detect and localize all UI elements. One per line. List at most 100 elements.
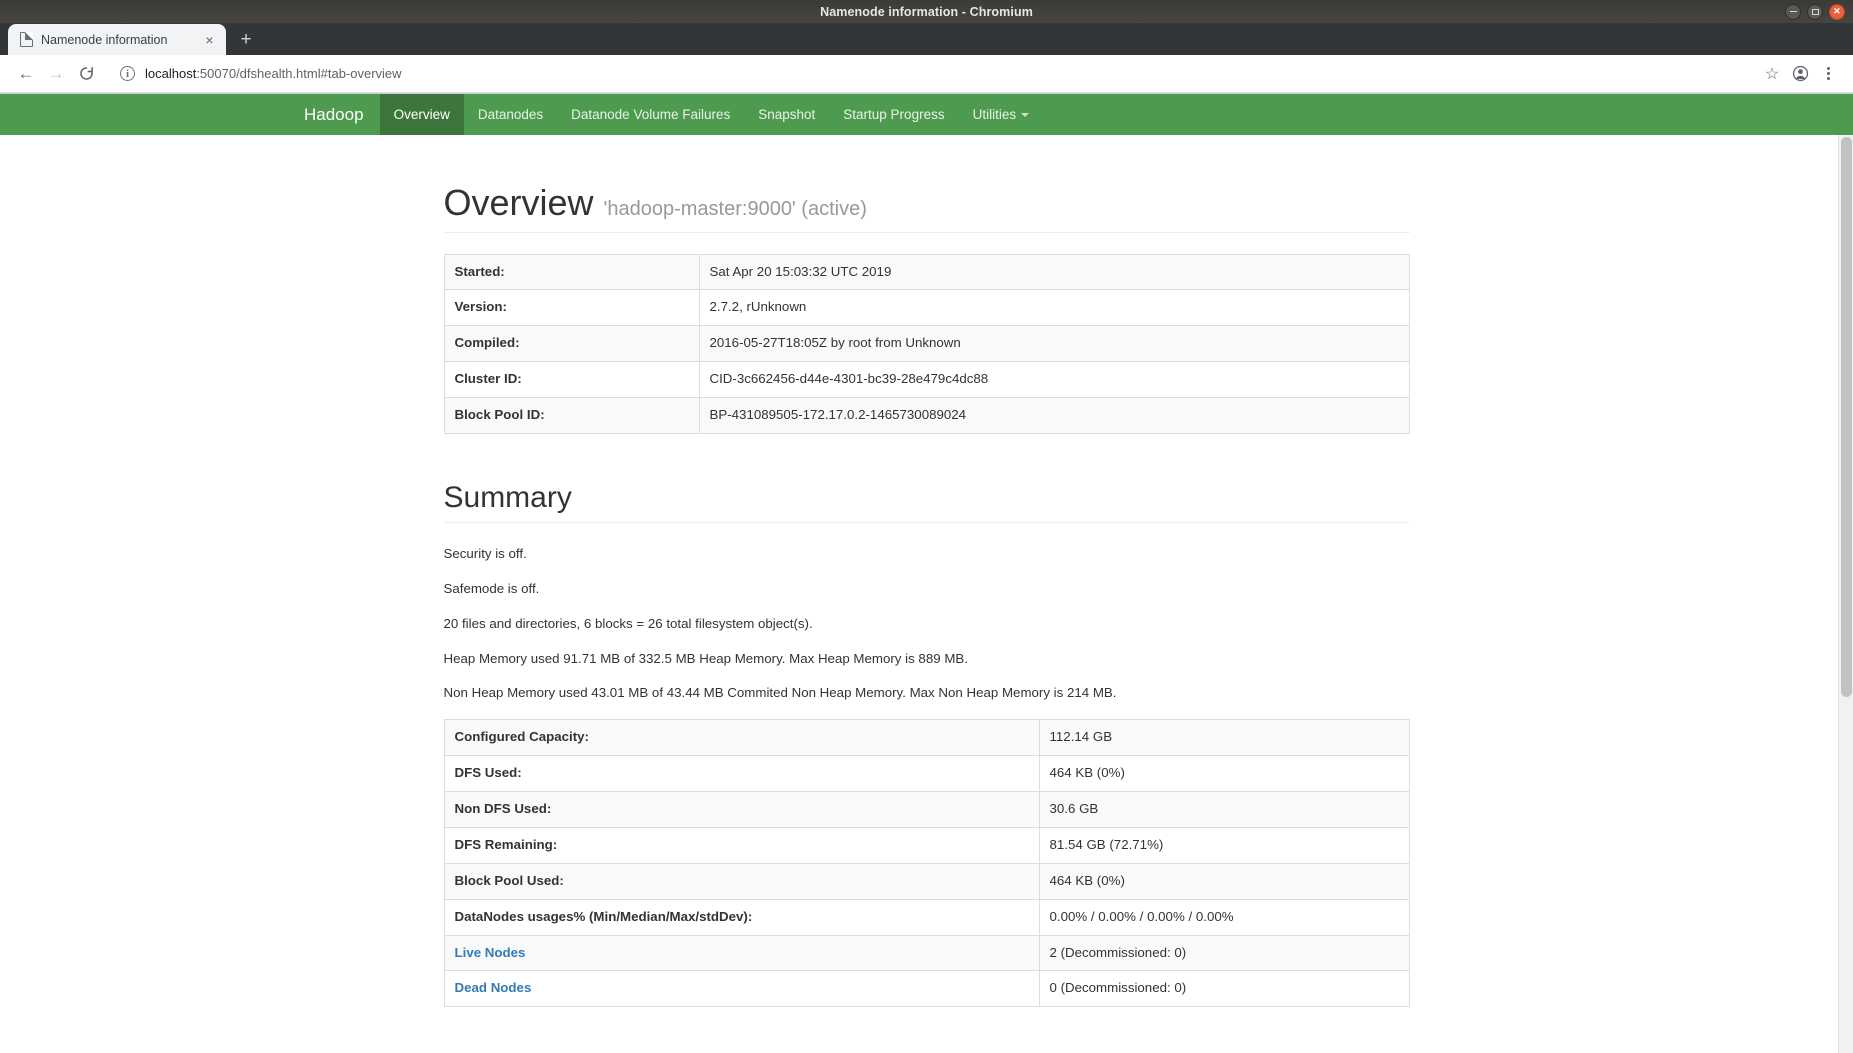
summary-note: 20 files and directories, 6 blocks = 26 … [443,615,813,631]
table-row: Started: Sat Apr 20 15:03:32 UTC 2019 [443,253,1410,291]
dead-nodes-link[interactable]: Dead Nodes [455,980,532,995]
table-row: Block Pool Used: 464 KB (0%) [443,862,1410,900]
summary-note: Safemode is off. [443,580,540,596]
page-icon [20,31,34,47]
row-key: Compiled: [443,325,700,363]
address-bar-url: localhost:50070/dfshealth.html#tab-overv… [145,66,402,81]
nav-item-utilities[interactable]: Utilities [959,94,1044,135]
row-key: DFS Used: [443,755,1040,793]
chevron-down-icon [1021,112,1030,117]
nav-item-overview[interactable]: Overview [379,94,464,135]
browser-toolbar: ← → i localhost:50070/dfshealth.html#tab… [0,55,1853,93]
row-key: DFS Remaining: [443,826,1040,864]
row-value: 2.7.2, rUnknown [698,289,1410,327]
browser-menu-icon[interactable] [1815,61,1841,87]
address-bar[interactable]: i localhost:50070/dfshealth.html#tab-ove… [110,61,1749,87]
row-value: 464 KB (0%) [1038,755,1410,793]
live-nodes-link[interactable]: Live Nodes [455,945,526,960]
row-key: Non DFS Used: [443,791,1040,828]
table-row: Cluster ID: CID-3c662456-d44e-4301-bc39-… [443,361,1410,399]
summary-table: Configured Capacity: 112.14 GB DFS Used:… [443,719,1410,1008]
browser-tab[interactable]: Namenode information × [8,24,226,55]
hadoop-brand[interactable]: Hadoop [288,94,380,135]
row-key: Version: [443,289,700,327]
reload-icon[interactable] [72,60,100,88]
summary-notes: Security is off. Safemode is off. 20 fil… [444,545,1410,703]
page-content: Overview 'hadoop-master:9000' (active) S… [0,135,1853,1053]
summary-note: Heap Memory used 91.71 MB of 332.5 MB He… [443,650,968,666]
row-key-link: Live Nodes [443,934,1040,972]
row-value: 0.00% / 0.00% / 0.00% / 0.00% [1038,898,1410,936]
summary-divider [443,521,1410,523]
nav-item-datanodes[interactable]: Datanodes [464,94,557,135]
tab-close-icon[interactable]: × [201,31,218,48]
nav-item-label: Snapshot [758,107,816,122]
row-value: 30.6 GB [1038,791,1410,828]
table-row: Non DFS Used: 30.6 GB [443,791,1410,828]
table-row: Compiled: 2016-05-27T18:05Z by root from… [443,325,1410,363]
browser-tabstrip: Namenode information × + [0,23,1853,55]
row-key: Started: [443,253,700,291]
summary-title: Summary [443,480,572,514]
table-row: Block Pool ID: BP-431089505-172.17.0.2-1… [443,397,1410,434]
nav-item-datanode-volume-failures[interactable]: Datanode Volume Failures [557,94,744,135]
bookmark-star-icon[interactable]: ☆ [1759,61,1785,87]
window-title: Namenode information - Chromium [820,4,1033,19]
tab-title: Namenode information [41,32,168,47]
page-title-text: Overview [443,182,594,223]
table-row: Configured Capacity: 112.14 GB [443,719,1410,757]
page-title: Overview 'hadoop-master:9000' (active) [444,183,1410,223]
page-info-icon[interactable]: i [120,66,135,81]
row-value: 2016-05-27T18:05Z by root from Unknown [698,325,1410,363]
window-titlebar: Namenode information - Chromium ✕ [0,0,1853,23]
nav-item-startup-progress[interactable]: Startup Progress [829,94,958,135]
row-value: Sat Apr 20 15:03:32 UTC 2019 [698,253,1410,291]
hadoop-navbar: Hadoop Overview Datanodes Datanode Volum… [0,93,1853,135]
table-row: Live Nodes 2 (Decommissioned: 0) [443,934,1410,972]
row-key: Block Pool Used: [443,862,1040,900]
nav-item-label: Datanode Volume Failures [571,107,731,122]
row-value: 0 (Decommissioned: 0) [1038,970,1410,1008]
summary-note: Security is off. [443,545,527,561]
row-value: 81.54 GB (72.71%) [1038,826,1410,864]
row-key: Configured Capacity: [443,719,1040,757]
maximize-button[interactable] [1807,3,1823,20]
summary-note: Non Heap Memory used 43.01 MB of 43.44 M… [443,685,1117,701]
profile-avatar-icon[interactable] [1787,61,1813,87]
table-row: DataNodes usages% (Min/Median/Max/stdDev… [443,898,1410,936]
summary-table-body: Configured Capacity: 112.14 GB DFS Used:… [443,719,1410,1008]
window-controls: ✕ [1785,0,1845,23]
new-tab-button[interactable]: + [232,25,260,53]
scrollbar-thumb[interactable] [1841,137,1852,697]
row-value: 112.14 GB [1038,719,1410,757]
row-value: 2 (Decommissioned: 0) [1038,934,1410,972]
nav-item-label: Startup Progress [843,107,945,122]
nav-item-label: Overview [393,107,450,122]
title-divider [443,231,1410,233]
table-row: DFS Used: 464 KB (0%) [443,755,1410,793]
page-scrollbar[interactable] [1838,135,1853,1053]
row-key: Cluster ID: [443,361,700,399]
row-value: 464 KB (0%) [1038,862,1410,900]
minimize-button[interactable] [1785,3,1801,20]
nav-item-snapshot[interactable]: Snapshot [744,94,829,135]
row-value: BP-431089505-172.17.0.2-1465730089024 [698,397,1410,434]
row-value: CID-3c662456-d44e-4301-bc39-28e479c4dc88 [698,361,1410,399]
hadoop-navbar-inner: Hadoop Overview Datanodes Datanode Volum… [288,94,1043,135]
close-button[interactable]: ✕ [1829,3,1845,20]
table-row: Dead Nodes 0 (Decommissioned: 0) [443,970,1410,1008]
row-key-link: Dead Nodes [443,970,1040,1008]
row-key: Block Pool ID: [443,397,700,434]
content-container: Overview 'hadoop-master:9000' (active) S… [443,135,1410,1008]
table-row: DFS Remaining: 81.54 GB (72.71%) [443,826,1410,864]
row-key: DataNodes usages% (Min/Median/Max/stdDev… [443,898,1040,936]
url-host: localhost [145,66,197,81]
table-row: Version: 2.7.2, rUnknown [443,289,1410,327]
nav-item-label: Datanodes [477,107,544,122]
page-title-subtitle: 'hadoop-master:9000' (active) [603,198,867,220]
forward-icon[interactable]: → [42,60,70,88]
url-path: :50070/dfshealth.html#tab-overview [196,66,402,81]
back-icon[interactable]: ← [12,60,40,88]
overview-table: Started: Sat Apr 20 15:03:32 UTC 2019 Ve… [443,253,1410,434]
overview-table-body: Started: Sat Apr 20 15:03:32 UTC 2019 Ve… [443,253,1410,434]
